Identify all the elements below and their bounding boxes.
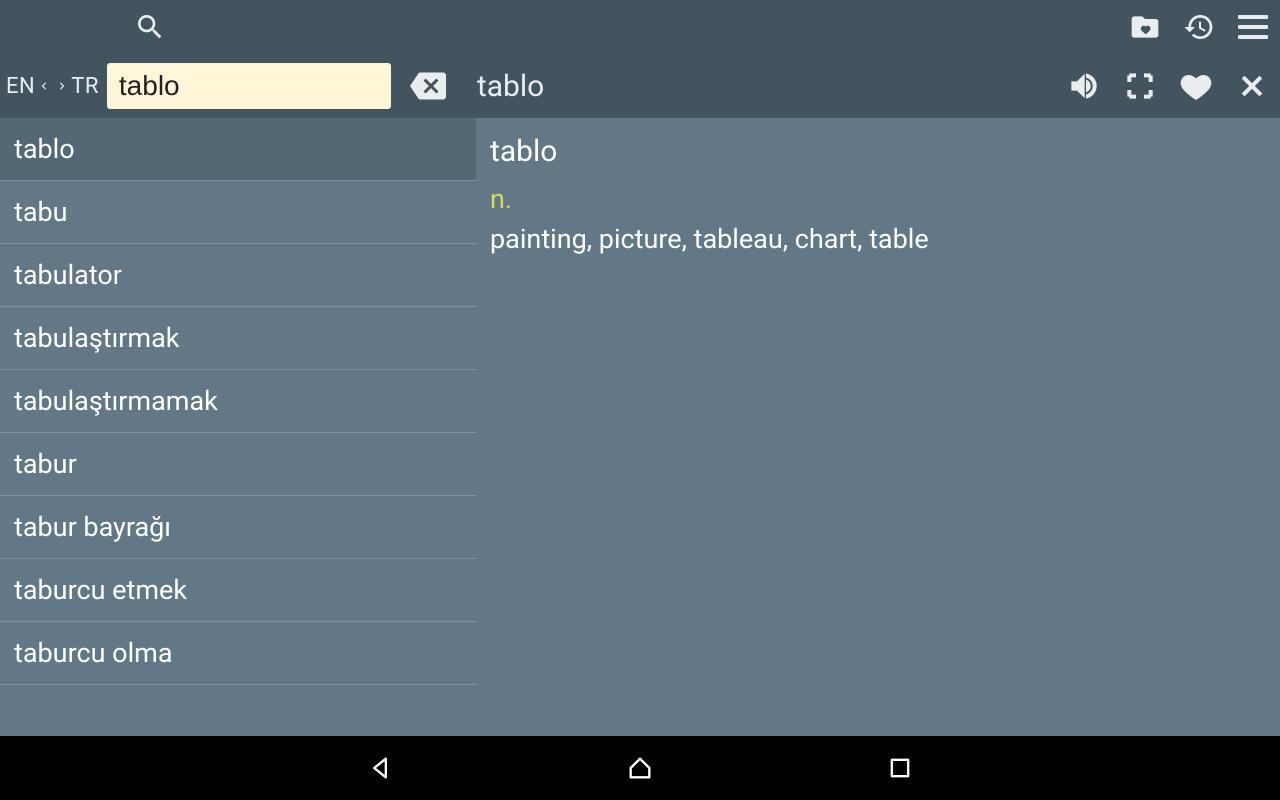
language-switcher[interactable]: EN TR: [0, 69, 99, 103]
history-icon[interactable]: [1172, 0, 1226, 54]
favorite-icon[interactable]: [1168, 58, 1224, 114]
lang-to: TR: [71, 74, 99, 99]
suggestion-list: tablo tabu tabulator tabulaştırmak tabul…: [0, 118, 476, 736]
list-item[interactable]: tabur: [0, 433, 476, 496]
list-item[interactable]: tabur bayrağı: [0, 496, 476, 559]
list-item-label: tablo: [14, 133, 75, 165]
list-item-label: tabu: [14, 196, 68, 228]
recents-button[interactable]: [880, 748, 920, 788]
list-item-label: tabur bayrağı: [14, 511, 171, 543]
home-button[interactable]: [620, 748, 660, 788]
android-nav-bar: [0, 736, 1280, 800]
list-item-label: tabur: [14, 448, 77, 480]
definition-panel: tablo n. painting, picture, tableau, cha…: [476, 118, 1280, 736]
list-item[interactable]: tabulaştırmamak: [0, 370, 476, 433]
list-item-label: taburcu etmek: [14, 574, 187, 606]
list-item[interactable]: tabu: [0, 181, 476, 244]
close-icon[interactable]: [1224, 58, 1280, 114]
lang-from: EN: [6, 74, 35, 99]
clear-input-icon[interactable]: [401, 59, 455, 113]
list-item[interactable]: tabulaştırmak: [0, 307, 476, 370]
list-item-label: tabulator: [14, 259, 122, 291]
list-item[interactable]: tablo: [0, 118, 476, 181]
menu-icon[interactable]: [1226, 0, 1280, 54]
part-of-speech: n.: [490, 183, 1266, 215]
list-item-label: tabulaştırmak: [14, 322, 179, 354]
app-bar: [0, 0, 1280, 54]
list-item[interactable]: taburcu olma: [0, 622, 476, 685]
definition-word: tablo: [490, 134, 1266, 169]
speaker-icon[interactable]: [1056, 58, 1112, 114]
main-area: tablo tabu tabulator tabulaştırmak tabul…: [0, 118, 1280, 736]
search-input[interactable]: [107, 63, 391, 109]
fullscreen-icon[interactable]: [1112, 58, 1168, 114]
definition-text: painting, picture, tableau, chart, table: [490, 221, 1266, 257]
back-button[interactable]: [360, 748, 400, 788]
list-item-label: taburcu olma: [14, 637, 173, 669]
chevron-right-icon: [53, 69, 71, 103]
list-item[interactable]: tabulator: [0, 244, 476, 307]
search-icon[interactable]: [123, 0, 177, 54]
list-item[interactable]: taburcu etmek: [0, 559, 476, 622]
list-item-label: tabulaştırmamak: [14, 385, 218, 417]
favorites-folder-icon[interactable]: [1118, 0, 1172, 54]
app-bar-left: [0, 0, 300, 54]
chevron-left-icon: [35, 69, 53, 103]
header-row: EN TR tablo: [0, 54, 1280, 118]
header-word: tablo: [477, 69, 544, 104]
